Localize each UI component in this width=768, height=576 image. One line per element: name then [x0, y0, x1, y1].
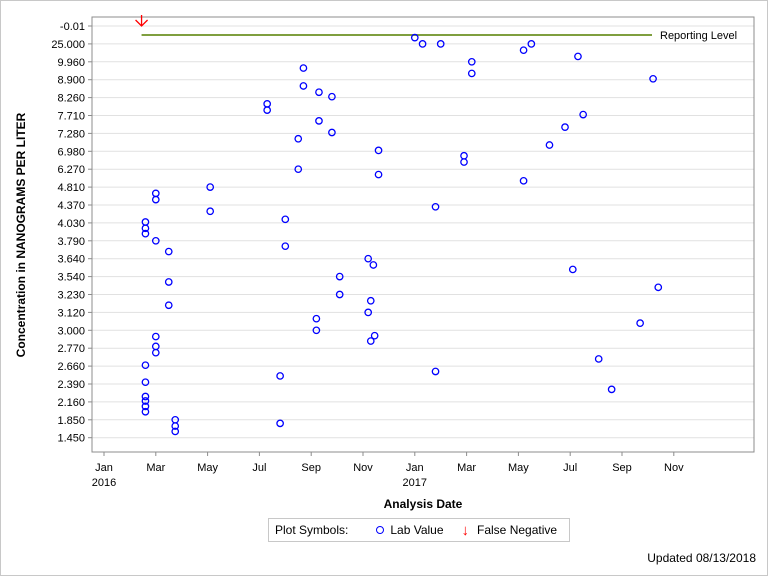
lab-value-point: [164, 278, 173, 286]
lab-value-point: [164, 247, 173, 256]
y-tick-label: 7.710: [57, 111, 85, 123]
y-tick-label: 3.230: [57, 290, 85, 302]
lab-value-point: [366, 337, 375, 345]
y-tick-label: 1.850: [57, 415, 85, 427]
y-tick-label: 3.640: [57, 254, 85, 266]
lab-value-point: [568, 265, 577, 274]
updated-date: Updated 08/13/2018: [647, 551, 756, 565]
x-tick-label: Jul: [563, 462, 577, 474]
y-tick-label: 3.790: [57, 236, 85, 248]
scatter-chart: -0.01 25.000 9.960 8.900 8.260 7.710 7.280 6.98…: [14, 15, 755, 511]
x-tick-label: Sep: [612, 462, 632, 474]
x-axis: Jan 2016 Mar May Jul Sep Nov Jan 2017 Mar May Jul Se…: [92, 452, 684, 489]
lab-value-point: [561, 123, 569, 131]
x-tick-label: Mar: [146, 462, 165, 474]
y-axis-title: Concentration in NANOGRAMS PER LITER: [14, 112, 28, 357]
y-axis: -0.01 25.000 9.960 8.900 8.260 7.710 7.280 6.98…: [51, 21, 92, 445]
y-tick-label: 4.030: [57, 218, 85, 230]
lab-value-point: [369, 261, 378, 269]
y-tick-label: 3.000: [57, 325, 85, 337]
x-tick-label: Nov: [664, 462, 684, 474]
x-tick-label: Mar: [457, 462, 476, 474]
lab-value-point: [299, 82, 308, 90]
y-tick-label: 7.280: [57, 128, 85, 140]
legend-title: Plot Symbols:: [275, 523, 349, 537]
x-tick-year-label: 2016: [92, 477, 116, 489]
lab-value-point: [374, 146, 383, 155]
lab-value-point: [607, 385, 616, 394]
lab-value-point: [151, 195, 160, 204]
x-axis-title: Analysis Date: [384, 497, 463, 511]
lab-value-point: [281, 215, 290, 224]
lab-value-point: [594, 355, 603, 363]
y-tick-label: 3.120: [57, 307, 85, 319]
y-tick-label: 2.770: [57, 343, 85, 355]
legend-label-false-negative: False Negative: [477, 523, 558, 537]
lab-value-point: [328, 92, 336, 101]
lab-value-point: [151, 189, 160, 198]
y-tick-label: 1.450: [57, 433, 85, 445]
lab-value-point: [460, 151, 468, 160]
lab-value-point: [141, 218, 150, 226]
lab-value-point: [579, 110, 588, 119]
lab-value-point: [545, 141, 554, 149]
lab-value-point: [431, 367, 440, 376]
lab-value-point: [315, 117, 323, 125]
y-tick-label: 6.980: [57, 146, 85, 158]
x-tick-label: Nov: [353, 462, 373, 474]
gridlines: [92, 25, 754, 439]
y-tick-label: 9.960: [57, 57, 85, 69]
x-tick-label: Jul: [252, 462, 266, 474]
lab-value-point: [263, 106, 272, 114]
y-tick-label: 2.660: [57, 361, 85, 373]
x-tick-label: Jan: [95, 462, 113, 474]
y-tick-label: 2.160: [57, 397, 85, 409]
x-tick-label: May: [508, 462, 529, 474]
lab-value-point: [649, 74, 657, 83]
y-tick-label: 4.370: [57, 200, 85, 212]
lab-value-point: [312, 314, 321, 323]
legend-label-lab-value: Lab Value: [390, 523, 444, 537]
y-tick-label: 3.540: [57, 272, 85, 284]
lab-value-point: [151, 332, 160, 341]
lab-value-point: [151, 348, 160, 357]
x-tick-label: May: [197, 462, 218, 474]
lab-value-point: [460, 158, 468, 166]
y-tick-label: -0.01: [60, 21, 85, 33]
lab-value-point: [276, 419, 284, 428]
y-tick-label: 8.900: [57, 75, 85, 87]
lab-value-point: [519, 46, 528, 55]
y-tick-label: 8.260: [57, 93, 85, 105]
reporting-level-label: Reporting Level: [660, 30, 737, 42]
lab-value-point: [294, 134, 303, 143]
lab-value-point: [299, 64, 308, 72]
down-arrow-icon: ↓: [461, 521, 470, 539]
lab-value-point: [276, 372, 284, 380]
y-tick-label: 2.390: [57, 379, 85, 391]
x-tick-label: Jan: [406, 462, 424, 474]
data-points: [135, 15, 663, 436]
legend: Plot Symbols: Lab Value ↓ False Negative: [268, 518, 571, 542]
y-tick-label: 25.000: [51, 39, 85, 51]
lab-value-point: [141, 361, 150, 370]
y-tick-label: 4.810: [57, 182, 85, 194]
reference-line: Reporting Level: [141, 30, 737, 42]
lab-value-point: [164, 301, 173, 310]
lab-value-point: [366, 296, 375, 305]
x-tick-year-label: 2017: [403, 477, 427, 489]
lab-value-point: [574, 52, 582, 61]
y-tick-label: 6.270: [57, 164, 85, 176]
lab-value-point: [281, 242, 290, 251]
lab-value-point: [467, 69, 476, 78]
lab-value-point: [315, 88, 323, 97]
lab-value-point: [206, 207, 215, 216]
x-tick-label: Sep: [301, 462, 321, 474]
lab-value-point: [636, 319, 644, 327]
lab-value-point: [328, 128, 336, 137]
lab-value-point: [519, 176, 528, 185]
circle-icon: [376, 526, 385, 534]
lab-value-point: [263, 100, 272, 108]
lab-value-point: [654, 283, 663, 292]
lab-value-point: [374, 170, 383, 179]
